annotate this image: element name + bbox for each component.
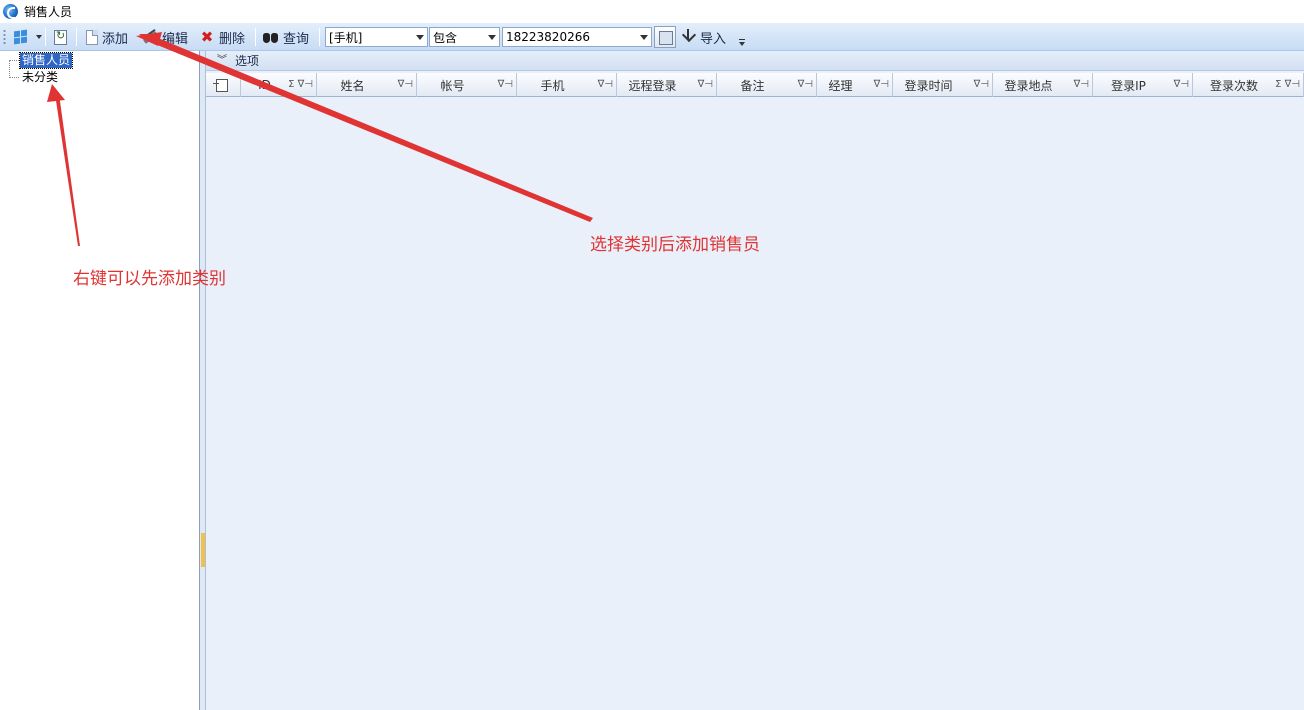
operator-select[interactable]: 包含 [429, 27, 500, 47]
column-label: 帐号 [440, 78, 465, 93]
advanced-filter-button[interactable] [654, 26, 676, 48]
filter-pin-icon[interactable]: ∇⊣ [1174, 79, 1189, 90]
filter-pin-icon[interactable]: Σ ∇⊣ [288, 79, 313, 90]
tree-connector [10, 77, 19, 78]
toolbar-separator [45, 28, 46, 46]
category-tree[interactable]: 销售人员 未分类 [0, 51, 200, 710]
add-button-label: 添加 [102, 31, 129, 47]
filter-pin-icon[interactable]: ∇⊣ [398, 79, 413, 90]
column-header-id[interactable]: ID Σ ∇⊣ [241, 73, 317, 97]
column-label: 登录次数 [1209, 78, 1258, 93]
pencil-icon [142, 29, 158, 45]
chevron-down-icon [488, 35, 496, 40]
tree-connector [9, 60, 10, 78]
refresh-button[interactable] [54, 26, 71, 48]
column-chooser-icon[interactable] [206, 73, 241, 97]
column-header-login-time[interactable]: 登录时间 ∇⊣ [893, 73, 993, 97]
search-value-input[interactable]: 18223820266 [502, 27, 652, 47]
query-button-label: 查询 [283, 31, 310, 47]
import-button-label: 导入 [700, 31, 727, 47]
field-select[interactable]: [手机] [325, 27, 428, 47]
app-logo-icon [3, 4, 18, 19]
options-group-bar[interactable]: ︾ 选项 [206, 51, 1304, 71]
filter-pin-icon[interactable]: ∇⊣ [698, 79, 713, 90]
delete-x-icon: ✖ [200, 28, 214, 46]
filter-pin-icon[interactable]: ∇⊣ [974, 79, 989, 90]
grid-body[interactable] [206, 98, 1304, 710]
toolbar: 添加 编辑 ✖ 删除 查询 [手机] 包含 18223820266 导入 [0, 23, 1304, 51]
toolbar-overflow-button[interactable] [737, 36, 747, 50]
filter-pin-icon[interactable]: Σ ∇⊣ [1275, 79, 1300, 90]
import-button[interactable]: 导入 [680, 26, 726, 48]
column-header-remote-login[interactable]: 远程登录 ∇⊣ [617, 73, 717, 97]
tree-connector [10, 60, 19, 61]
splitter-grip[interactable] [201, 533, 205, 567]
title-bar: 销售人员 [0, 0, 1304, 23]
windows-logo-icon [12, 29, 30, 45]
column-label: 登录地点 [1004, 78, 1053, 93]
edit-button[interactable]: 编辑 [142, 26, 188, 48]
tree-node-uncategorized[interactable]: 未分类 [20, 70, 60, 85]
annotation-right-click-note: 右键可以先添加类别 [73, 269, 226, 289]
column-header-login-location[interactable]: 登录地点 ∇⊣ [993, 73, 1093, 97]
column-label: ID [258, 78, 271, 92]
filter-pin-icon[interactable]: ∇⊣ [598, 79, 613, 90]
column-label: 远程登录 [628, 78, 677, 93]
tree-node-sales-staff[interactable]: 销售人员 [18, 52, 74, 69]
annotation-add-note: 选择类别后添加销售员 [590, 235, 760, 255]
column-header-name[interactable]: 姓名 ∇⊣ [317, 73, 417, 97]
double-chevron-down-icon: ︾ [217, 54, 227, 66]
import-arrow-icon [680, 29, 696, 45]
toolbar-separator [255, 28, 256, 46]
field-select-value: [手机] [329, 30, 363, 45]
chevron-down-icon [416, 35, 424, 40]
column-header-account[interactable]: 帐号 ∇⊣ [417, 73, 517, 97]
window-title: 销售人员 [24, 5, 73, 19]
column-header-login-count[interactable]: 登录次数 Σ ∇⊣ [1193, 73, 1304, 97]
query-button[interactable]: 查询 [263, 26, 309, 48]
binoculars-icon [263, 29, 279, 45]
options-label: 选项 [235, 54, 260, 68]
filter-pin-icon[interactable]: ∇⊣ [874, 79, 889, 90]
column-header-manager[interactable]: 经理 ∇⊣ [817, 73, 893, 97]
column-label: 姓名 [340, 78, 365, 93]
filter-pin-icon[interactable]: ∇⊣ [798, 79, 813, 90]
column-header-phone[interactable]: 手机 ∇⊣ [517, 73, 617, 97]
column-label: 手机 [540, 78, 565, 93]
toolbar-separator [76, 28, 77, 46]
search-value-text: 18223820266 [506, 30, 590, 44]
refresh-icon [54, 29, 67, 45]
menu-dropdown-button[interactable] [12, 26, 42, 48]
delete-button-label: 删除 [219, 31, 246, 47]
filter-pin-icon[interactable]: ∇⊣ [1074, 79, 1089, 90]
toolbar-grip[interactable] [3, 29, 6, 45]
edit-button-label: 编辑 [162, 31, 189, 47]
column-header-remark[interactable]: 备注 ∇⊣ [717, 73, 817, 97]
toolbar-separator [319, 28, 320, 46]
filter-pin-icon[interactable]: ∇⊣ [498, 79, 513, 90]
grid-header: ID Σ ∇⊣ 姓名 ∇⊣ 帐号 ∇⊣ 手机 ∇⊣ 远程登录 ∇⊣ 备注 ∇⊣ … [206, 73, 1304, 97]
operator-select-value: 包含 [433, 30, 458, 45]
column-label: 登录IP [1111, 78, 1146, 93]
new-document-icon [86, 29, 98, 45]
column-label: 经理 [828, 78, 853, 93]
chevron-down-icon [36, 35, 42, 39]
add-button[interactable]: 添加 [86, 26, 128, 48]
chevron-down-icon [640, 35, 648, 40]
column-label: 备注 [740, 78, 765, 93]
column-label: 登录时间 [904, 78, 953, 93]
delete-button[interactable]: ✖ 删除 [199, 26, 245, 48]
grid-panel: ︾ 选项 ID Σ ∇⊣ 姓名 ∇⊣ 帐号 ∇⊣ 手机 ∇⊣ 远程登录 ∇⊣ 备… [206, 51, 1304, 710]
column-header-login-ip[interactable]: 登录IP ∇⊣ [1093, 73, 1193, 97]
